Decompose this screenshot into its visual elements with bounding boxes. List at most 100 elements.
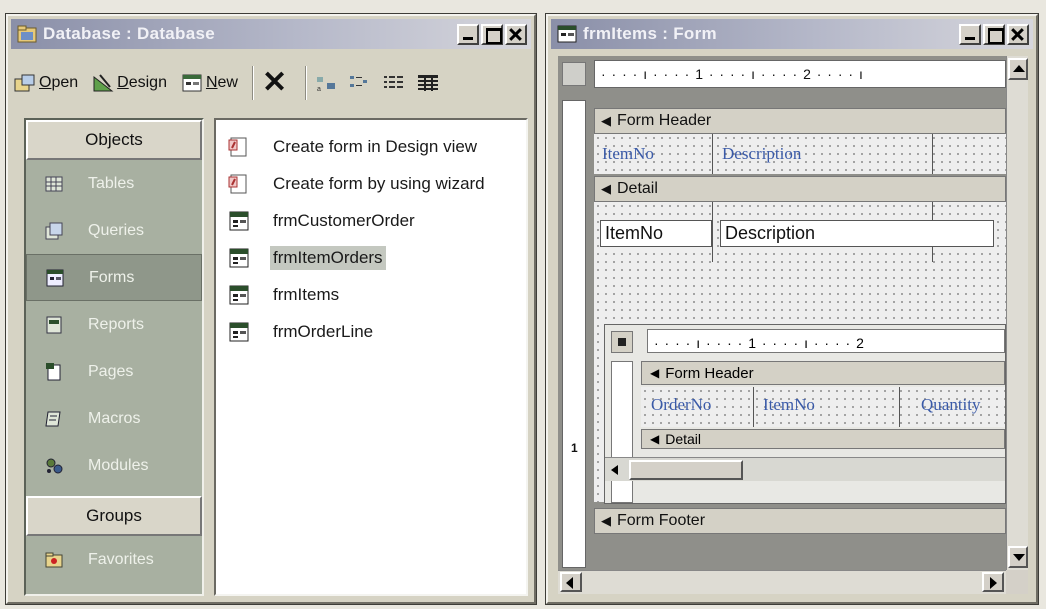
database-toolbar: Open Design New ✕ a	[14, 56, 528, 110]
subform-header-bar[interactable]: ◀ Form Header	[641, 361, 1005, 385]
orderno-header-label[interactable]: OrderNo	[651, 395, 711, 415]
itemno-textbox[interactable]: ItemNo	[600, 220, 712, 247]
detail-bar[interactable]: ◀ Detail	[594, 176, 1006, 202]
form-header-section[interactable]: ItemNo Description	[594, 134, 1006, 174]
quantity-header-label[interactable]: Quantity	[921, 395, 981, 415]
form-footer-bar[interactable]: ◀ Form Footer	[594, 508, 1006, 534]
open-label: pen	[51, 74, 79, 91]
objects-header-button[interactable]: Objects	[26, 120, 202, 160]
horizontal-scrollbar[interactable]	[558, 570, 1006, 594]
form-window-titlebar[interactable]: frmItems : Form	[551, 19, 1033, 49]
objects-item-pages[interactable]: Pages	[26, 348, 202, 395]
vertical-ruler[interactable]: 1	[562, 100, 586, 568]
new-form-icon	[181, 73, 203, 93]
list-item-frmitemorders[interactable]: frmItemOrders	[216, 239, 526, 276]
minimize-button[interactable]	[959, 24, 981, 45]
forms-list: Create form in Design view Create form b…	[214, 118, 528, 596]
scroll-up-button[interactable]	[1008, 58, 1028, 80]
objects-item-reports[interactable]: Reports	[26, 301, 202, 348]
toolbar-separator	[251, 66, 254, 100]
list-item-frmorderline[interactable]: frmOrderLine	[216, 313, 526, 350]
description-header-label[interactable]: Description	[722, 144, 801, 164]
form-icon	[228, 284, 250, 306]
objects-item-label: Tables	[88, 174, 135, 192]
design-icon	[92, 73, 114, 93]
wizard-icon	[228, 136, 250, 158]
subform-detail-bar[interactable]: ◀ Detail	[641, 429, 1005, 449]
subform-control[interactable]: · · · · ı · · · · 1 · · · · ı · · · · 2 …	[604, 324, 1006, 504]
section-arrow-icon: ◀	[601, 181, 611, 196]
groups-header-button[interactable]: Groups	[26, 496, 202, 536]
design-button[interactable]: Design	[92, 73, 167, 93]
new-button[interactable]: New	[181, 73, 238, 93]
section-arrow-icon: ◀	[601, 513, 611, 528]
large-icons-icon[interactable]: a	[315, 74, 337, 93]
table-icon	[44, 174, 64, 194]
list-item-create-design-view[interactable]: Create form in Design view	[216, 128, 526, 165]
form-header-bar[interactable]: ◀ Form Header	[594, 108, 1006, 134]
subform-header-label: Form Header	[665, 364, 754, 382]
groups-item-favorites[interactable]: Favorites	[26, 536, 202, 583]
list-item-create-wizard[interactable]: Create form by using wizard	[216, 165, 526, 202]
ruler-mark: 1	[571, 441, 578, 455]
small-icons-icon[interactable]	[349, 74, 371, 92]
list-view-icon[interactable]	[383, 74, 405, 92]
form-footer-label: Form Footer	[617, 512, 706, 529]
toolbar-separator	[305, 66, 308, 100]
list-item-frmcustomerorder[interactable]: frmCustomerOrder	[216, 202, 526, 239]
subform-header-section[interactable]: OrderNo ItemNo Quantity	[641, 387, 1005, 427]
list-item-label: frmCustomerOrder	[273, 210, 415, 230]
objects-item-modules[interactable]: Modules	[26, 442, 202, 489]
list-item-frmitems[interactable]: frmItems	[216, 276, 526, 313]
objects-item-label: Macros	[88, 409, 141, 427]
minimize-button[interactable]	[457, 24, 479, 45]
size-grip	[1006, 570, 1028, 594]
svg-text:a: a	[317, 86, 321, 92]
database-icon	[17, 25, 37, 43]
scroll-right-button[interactable]	[982, 572, 1004, 592]
description-textbox[interactable]: Description	[720, 220, 994, 247]
scroll-left-icon[interactable]	[605, 458, 625, 480]
groups-item-label: Favorites	[88, 550, 154, 568]
details-view-icon[interactable]	[417, 74, 439, 92]
objects-item-label: Pages	[88, 362, 134, 380]
form-icon	[228, 247, 250, 269]
objects-item-label: Forms	[89, 268, 135, 286]
itemno-header-label[interactable]: ItemNo	[763, 395, 815, 415]
subform-vertical-ruler	[611, 361, 633, 503]
subform-scroll-thumb[interactable]	[629, 460, 743, 480]
vertical-scrollbar[interactable]	[1006, 56, 1028, 570]
close-button[interactable]	[1007, 24, 1029, 45]
database-window-titlebar[interactable]: Database : Database	[11, 19, 531, 49]
maximize-button[interactable]	[983, 24, 1005, 45]
form-design-surface: · · · · ı · · · · 1 · · · · ı · · · · 2 …	[558, 56, 1028, 594]
subform-selector[interactable]	[611, 331, 633, 353]
objects-item-label: Reports	[88, 315, 145, 333]
maximize-button[interactable]	[481, 24, 503, 45]
subform-ruler-ticks: · · · · ı · · · · 1 · · · · ı · · · · 2	[654, 335, 865, 351]
scroll-left-button[interactable]	[560, 572, 582, 592]
list-item-label: Create form in Design view	[273, 136, 478, 156]
form-icon	[228, 210, 250, 232]
open-button[interactable]: Open	[14, 73, 78, 93]
subform-detail-label: Detail	[665, 431, 702, 447]
itemno-header-label[interactable]: ItemNo	[602, 144, 654, 164]
objects-item-tables[interactable]: Tables	[26, 160, 202, 207]
scroll-down-button[interactable]	[1008, 546, 1028, 568]
form-icon	[228, 321, 250, 343]
subform-horizontal-scrollbar[interactable]	[605, 457, 1005, 481]
horizontal-ruler[interactable]: · · · · ı · · · · 1 · · · · ı · · · · 2 …	[594, 60, 1006, 88]
subform-ruler: · · · · ı · · · · 1 · · · · ı · · · · 2	[647, 329, 1005, 353]
page-icon	[44, 362, 64, 382]
close-button[interactable]	[505, 24, 527, 45]
form-selector[interactable]	[562, 62, 586, 86]
design-label: esign	[128, 74, 167, 91]
new-label: ew	[217, 74, 238, 91]
form-header-label: Form Header	[617, 112, 712, 129]
list-item-label: frmItemOrders	[270, 245, 386, 270]
open-label-accel: O	[39, 74, 52, 91]
delete-icon[interactable]: ✕	[262, 68, 287, 98]
objects-item-queries[interactable]: Queries	[26, 207, 202, 254]
objects-item-forms[interactable]: Forms	[26, 254, 202, 301]
objects-item-macros[interactable]: Macros	[26, 395, 202, 442]
